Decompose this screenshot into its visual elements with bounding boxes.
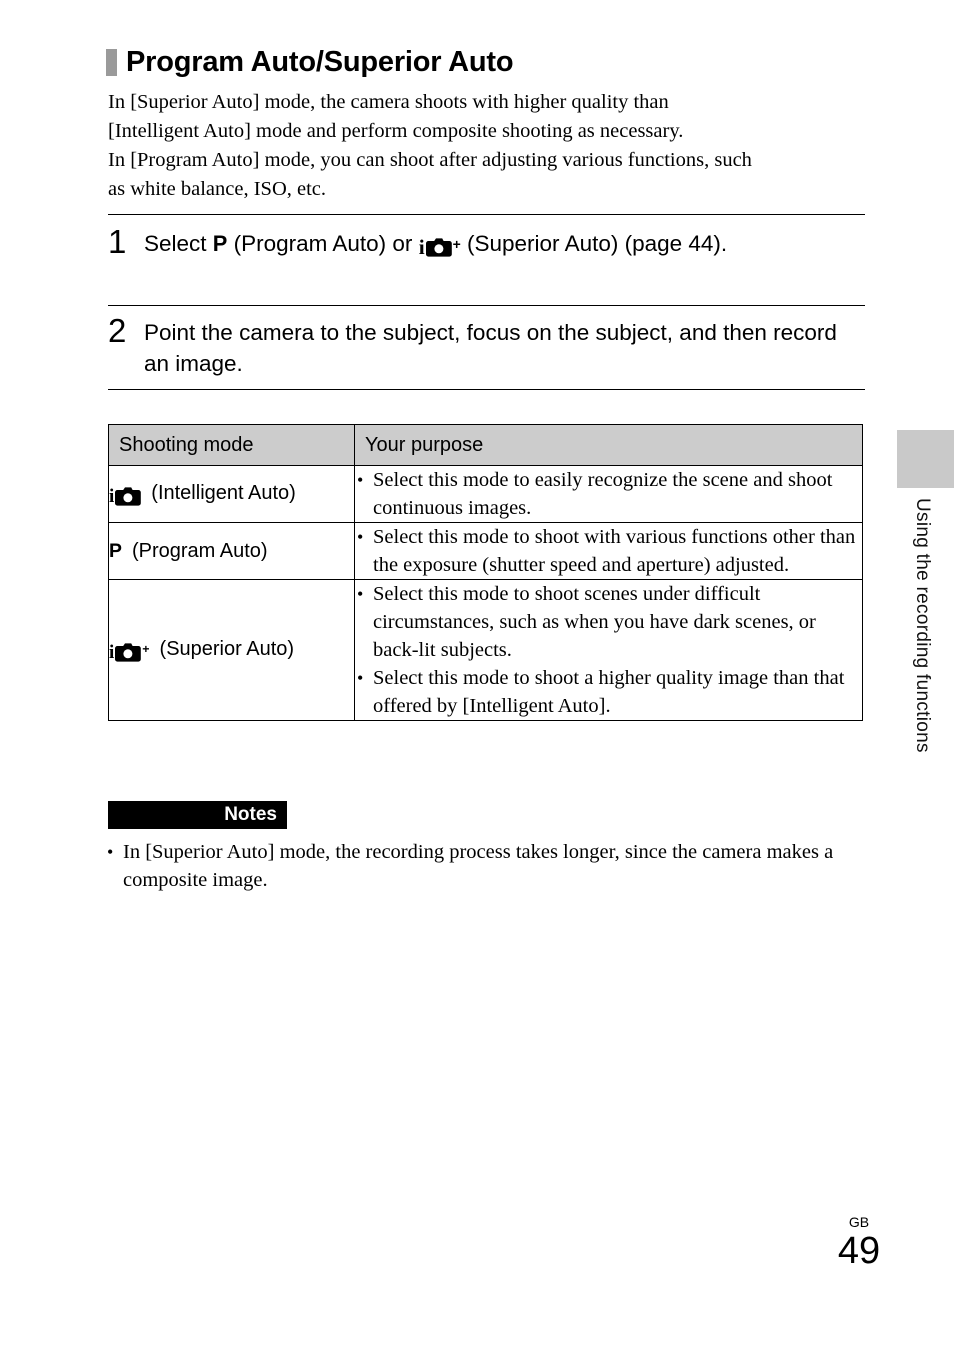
purpose-item: Select this mode to easily recognize the… bbox=[355, 466, 862, 522]
intro-line-4: as white balance, ISO, etc. bbox=[108, 178, 327, 200]
notes-label-bar: Notes bbox=[108, 801, 287, 829]
intro-line-3: In [Program Auto] mode, you can shoot af… bbox=[108, 149, 752, 171]
purpose-list: Select this mode to shoot with various f… bbox=[355, 523, 862, 579]
step-divider-middle bbox=[108, 305, 865, 306]
icon-plus-superscript: + bbox=[452, 235, 461, 252]
step-2-number: 2 bbox=[108, 312, 127, 349]
purpose-list: Select this mode to easily recognize the… bbox=[355, 466, 862, 522]
step-1-text-after: (Superior Auto) (page 44). bbox=[460, 231, 728, 256]
table-row: i+(Superior Auto) Select this mode to sh… bbox=[108, 579, 863, 721]
table-row: P (Program Auto) Select this mode to shoo… bbox=[108, 522, 863, 580]
purpose-list: Select this mode to shoot scenes under d… bbox=[355, 580, 862, 720]
cell-purpose-intelligent-auto: Select this mode to easily recognize the… bbox=[354, 465, 863, 523]
step-divider-top bbox=[108, 214, 865, 215]
icon-plus-superscript: + bbox=[142, 642, 150, 657]
section-tab-marker bbox=[897, 430, 954, 488]
superior-auto-icon: i + bbox=[109, 643, 150, 662]
cell-mode-program-auto: P (Program Auto) bbox=[108, 522, 355, 580]
column-header-shooting-mode: Shooting mode bbox=[108, 424, 355, 466]
page-title: Program Auto/Superior Auto bbox=[106, 46, 514, 79]
page-number: 49 bbox=[837, 1230, 881, 1272]
purpose-item: Select this mode to shoot scenes under d… bbox=[355, 580, 862, 664]
cell-mode-superior-auto: i + (Superior Auto) bbox=[108, 579, 355, 721]
step-1-text: Select P (Program Auto) or i + (Superior … bbox=[144, 226, 727, 259]
icon-i-letter: i bbox=[109, 486, 115, 507]
notes-label: Notes bbox=[224, 804, 277, 825]
superior-auto-icon: i + bbox=[418, 235, 461, 259]
mode-label: (Intelligent Auto) bbox=[151, 482, 296, 504]
notes-body: In [Superior Auto] mode, the recording p… bbox=[105, 838, 845, 894]
step-2-text: Point the camera to the subject, focus o… bbox=[144, 320, 837, 376]
step-1-text-before: Select bbox=[144, 231, 213, 256]
cell-purpose-program-auto: Select this mode to shoot with various f… bbox=[354, 522, 863, 580]
icon-i-letter: i bbox=[418, 235, 425, 259]
purpose-item: Select this mode to shoot with various f… bbox=[355, 523, 862, 579]
table-row: i (Intelligent Auto) Select this mode to … bbox=[108, 465, 863, 523]
notes-list: In [Superior Auto] mode, the recording p… bbox=[105, 838, 845, 894]
step-2: 2 Point the camera to the subject, focus… bbox=[108, 312, 868, 379]
step-divider-bottom bbox=[108, 389, 865, 390]
shooting-mode-table: Shooting mode Your purpose i (Intelligent… bbox=[108, 424, 863, 721]
intro-paragraph: In [Superior Auto] mode, the camera shoo… bbox=[108, 88, 868, 204]
heading-text: Program Auto/Superior Auto bbox=[126, 46, 514, 78]
cell-mode-intelligent-auto: i (Intelligent Auto) bbox=[108, 465, 355, 523]
purpose-item: Select this mode to shoot a higher quali… bbox=[355, 664, 862, 720]
mode-label: (Superior Auto) bbox=[159, 638, 295, 660]
heading-bullet-bar bbox=[106, 49, 117, 76]
page-footer: GB 49 bbox=[824, 1214, 894, 1272]
cell-purpose-superior-auto: Select this mode to shoot scenes under d… bbox=[354, 579, 863, 721]
intro-line-2: [Intelligent Auto] mode and perform comp… bbox=[108, 120, 684, 142]
section-running-head: Using the recording functions bbox=[912, 498, 933, 753]
icon-i-letter: i bbox=[109, 642, 115, 663]
step-1: 1 Select P (Program Auto) or i + (Superio… bbox=[108, 223, 868, 260]
step-1-number: 1 bbox=[108, 223, 127, 260]
intro-line-1: In [Superior Auto] mode, the camera shoo… bbox=[108, 91, 669, 113]
program-auto-icon: P bbox=[212, 231, 228, 256]
column-header-your-purpose: Your purpose bbox=[354, 424, 863, 466]
region-code: GB bbox=[848, 1214, 870, 1230]
table-header-row: Shooting mode Your purpose bbox=[108, 424, 863, 466]
program-auto-icon: P bbox=[109, 539, 122, 562]
note-item: In [Superior Auto] mode, the recording p… bbox=[105, 838, 845, 894]
mode-label: (Program Auto) bbox=[131, 539, 268, 562]
intelligent-auto-icon: i bbox=[109, 486, 142, 507]
step-1-text-middle: (Program Auto) or bbox=[227, 231, 419, 256]
document-page: Using the recording functions Program Au… bbox=[0, 0, 954, 1345]
